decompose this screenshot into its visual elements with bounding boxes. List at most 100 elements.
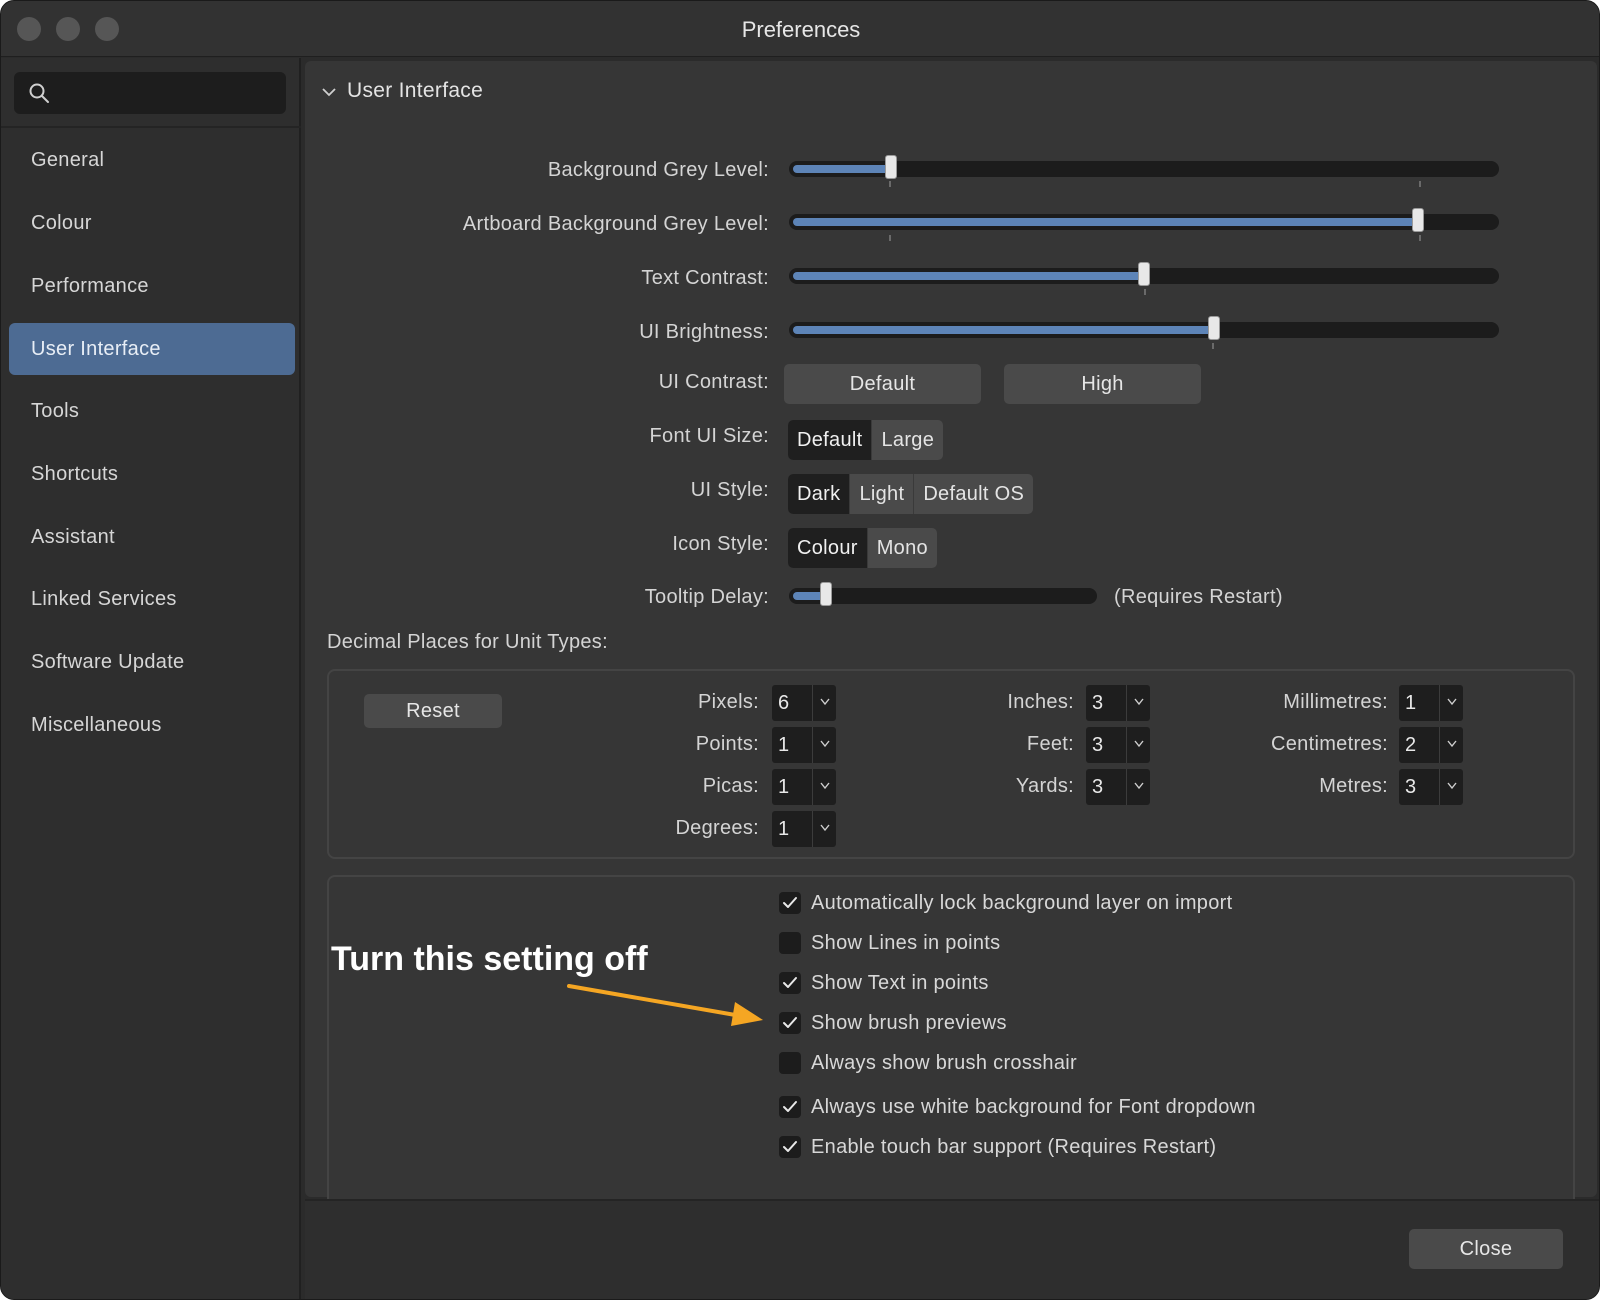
background-grey-level-slider[interactable]: [789, 155, 1499, 179]
sidebar-item-general[interactable]: General: [9, 134, 295, 186]
font-ui-size-segmented: Default Large: [788, 420, 944, 460]
centimetres-combo[interactable]: 2: [1399, 727, 1465, 763]
inches-value[interactable]: 3: [1086, 685, 1126, 721]
ui-contrast-default-button[interactable]: Default: [784, 364, 981, 404]
dropdown-button[interactable]: [1439, 769, 1463, 805]
ui-brightness-label: UI Brightness:: [639, 321, 769, 343]
centimetres-label: Centimetres:: [1271, 733, 1388, 755]
tooltip-delay-slider[interactable]: [789, 582, 1097, 606]
points-value[interactable]: 1: [772, 727, 812, 763]
checkbox[interactable]: [779, 892, 801, 914]
dropdown-button[interactable]: [1126, 685, 1150, 721]
reset-button[interactable]: Reset: [364, 694, 502, 728]
metres-combo[interactable]: 3: [1399, 769, 1465, 805]
dropdown-button[interactable]: [1126, 769, 1150, 805]
text-contrast-label: Text Contrast:: [641, 267, 769, 289]
millimetres-value[interactable]: 1: [1399, 685, 1439, 721]
slider-thumb[interactable]: [1411, 208, 1424, 232]
search-input[interactable]: [14, 72, 286, 114]
icon-style-mono-option[interactable]: Mono: [868, 528, 937, 568]
picas-label: Picas:: [702, 775, 759, 797]
sidebar-item-linked-services[interactable]: Linked Services: [9, 573, 295, 625]
picas-value[interactable]: 1: [772, 769, 812, 805]
slider-thumb[interactable]: [1208, 316, 1221, 340]
feet-combo[interactable]: 3: [1086, 727, 1152, 763]
sidebar-item-software-update[interactable]: Software Update: [9, 636, 295, 688]
degrees-combo[interactable]: 1: [772, 811, 838, 847]
pixels-combo[interactable]: 6: [772, 685, 838, 721]
dropdown-button[interactable]: [812, 769, 836, 805]
font-size-large-option[interactable]: Large: [872, 420, 943, 460]
slider-thumb[interactable]: [1138, 262, 1150, 286]
inches-label: Inches:: [1007, 691, 1074, 713]
points-combo[interactable]: 1: [772, 727, 838, 763]
dropdown-button[interactable]: [1439, 685, 1463, 721]
show-brush-previews-row[interactable]: Show brush previews: [779, 1008, 1007, 1038]
text-contrast-slider[interactable]: [789, 262, 1499, 286]
section-title: User Interface: [347, 79, 484, 102]
degrees-value[interactable]: 1: [772, 811, 812, 847]
sidebar-item-performance[interactable]: Performance: [9, 260, 295, 312]
preferences-window: Preferences General Colour Performance U…: [0, 0, 1600, 1300]
checkbox-row[interactable]: Always show brush crosshair: [779, 1048, 1077, 1078]
slider-thumb[interactable]: [820, 582, 832, 606]
checkbox-row[interactable]: Enable touch bar support (Requires Resta…: [779, 1132, 1216, 1162]
close-button[interactable]: Close: [1409, 1229, 1563, 1269]
window-title: Preferences: [741, 17, 861, 42]
feet-value[interactable]: 3: [1086, 727, 1126, 763]
sidebar-item-colour[interactable]: Colour: [9, 197, 295, 249]
picas-combo[interactable]: 1: [772, 769, 838, 805]
millimetres-label: Millimetres:: [1283, 691, 1388, 713]
pixels-value[interactable]: 6: [772, 685, 812, 721]
metres-value[interactable]: 3: [1399, 769, 1439, 805]
millimetres-combo[interactable]: 1: [1399, 685, 1465, 721]
dropdown-button[interactable]: [812, 727, 836, 763]
icon-style-colour-option[interactable]: Colour: [788, 528, 868, 568]
sidebar-item-assistant[interactable]: Assistant: [9, 511, 295, 563]
slider-fill: [793, 272, 1144, 280]
yards-label: Yards:: [1015, 775, 1074, 797]
checkbox-row[interactable]: Show Lines in points: [779, 928, 1000, 958]
checkbox[interactable]: [779, 972, 801, 994]
sidebar-item-shortcuts[interactable]: Shortcuts: [9, 448, 295, 500]
search-icon: [29, 83, 49, 103]
ui-style-default-os-option[interactable]: Default OS: [914, 474, 1033, 514]
pixels-label: Pixels:: [697, 691, 759, 713]
ui-style-light-option[interactable]: Light: [850, 474, 915, 514]
slider-thumb[interactable]: [885, 155, 898, 179]
checkbox[interactable]: [779, 932, 801, 954]
checkbox[interactable]: [779, 1052, 801, 1074]
centimetres-value[interactable]: 2: [1399, 727, 1439, 763]
checkbox-row[interactable]: Always use white background for Font dro…: [779, 1092, 1256, 1122]
points-label: Points:: [695, 733, 759, 755]
checkbox-row[interactable]: Show Text in points: [779, 968, 989, 998]
ui-contrast-high-button[interactable]: High: [1004, 364, 1201, 404]
yards-combo[interactable]: 3: [1086, 769, 1152, 805]
ui-brightness-slider[interactable]: [789, 316, 1499, 340]
checkbox-label: Automatically lock background layer on i…: [811, 891, 1233, 914]
font-size-default-option[interactable]: Default: [788, 420, 873, 460]
inches-combo[interactable]: 3: [1086, 685, 1152, 721]
chevron-down-icon: [1134, 782, 1144, 790]
sidebar-item-miscellaneous[interactable]: Miscellaneous: [9, 699, 295, 751]
sidebar-item-tools[interactable]: Tools: [9, 385, 295, 437]
dropdown-button[interactable]: [1126, 727, 1150, 763]
chevron-down-icon: [1134, 740, 1144, 748]
artboard-grey-level-slider[interactable]: [789, 208, 1499, 232]
show-brush-previews-checkbox[interactable]: [779, 1012, 801, 1034]
footer-bar: Close: [305, 1199, 1599, 1299]
checkbox-row[interactable]: Automatically lock background layer on i…: [779, 888, 1232, 918]
yards-value[interactable]: 3: [1086, 769, 1126, 805]
dropdown-button[interactable]: [1439, 727, 1463, 763]
ui-style-dark-option[interactable]: Dark: [788, 474, 851, 514]
dropdown-button[interactable]: [812, 811, 836, 847]
dropdown-button[interactable]: [812, 685, 836, 721]
sidebar-item-user-interface[interactable]: User Interface: [9, 323, 295, 375]
chevron-down-icon: [820, 740, 830, 748]
slider-tick: [1419, 181, 1421, 187]
chevron-down-icon: [1447, 782, 1457, 790]
section-header[interactable]: User Interface: [317, 79, 483, 103]
checkbox[interactable]: [779, 1136, 801, 1158]
slider-fill: [793, 218, 1418, 226]
checkbox[interactable]: [779, 1096, 801, 1118]
